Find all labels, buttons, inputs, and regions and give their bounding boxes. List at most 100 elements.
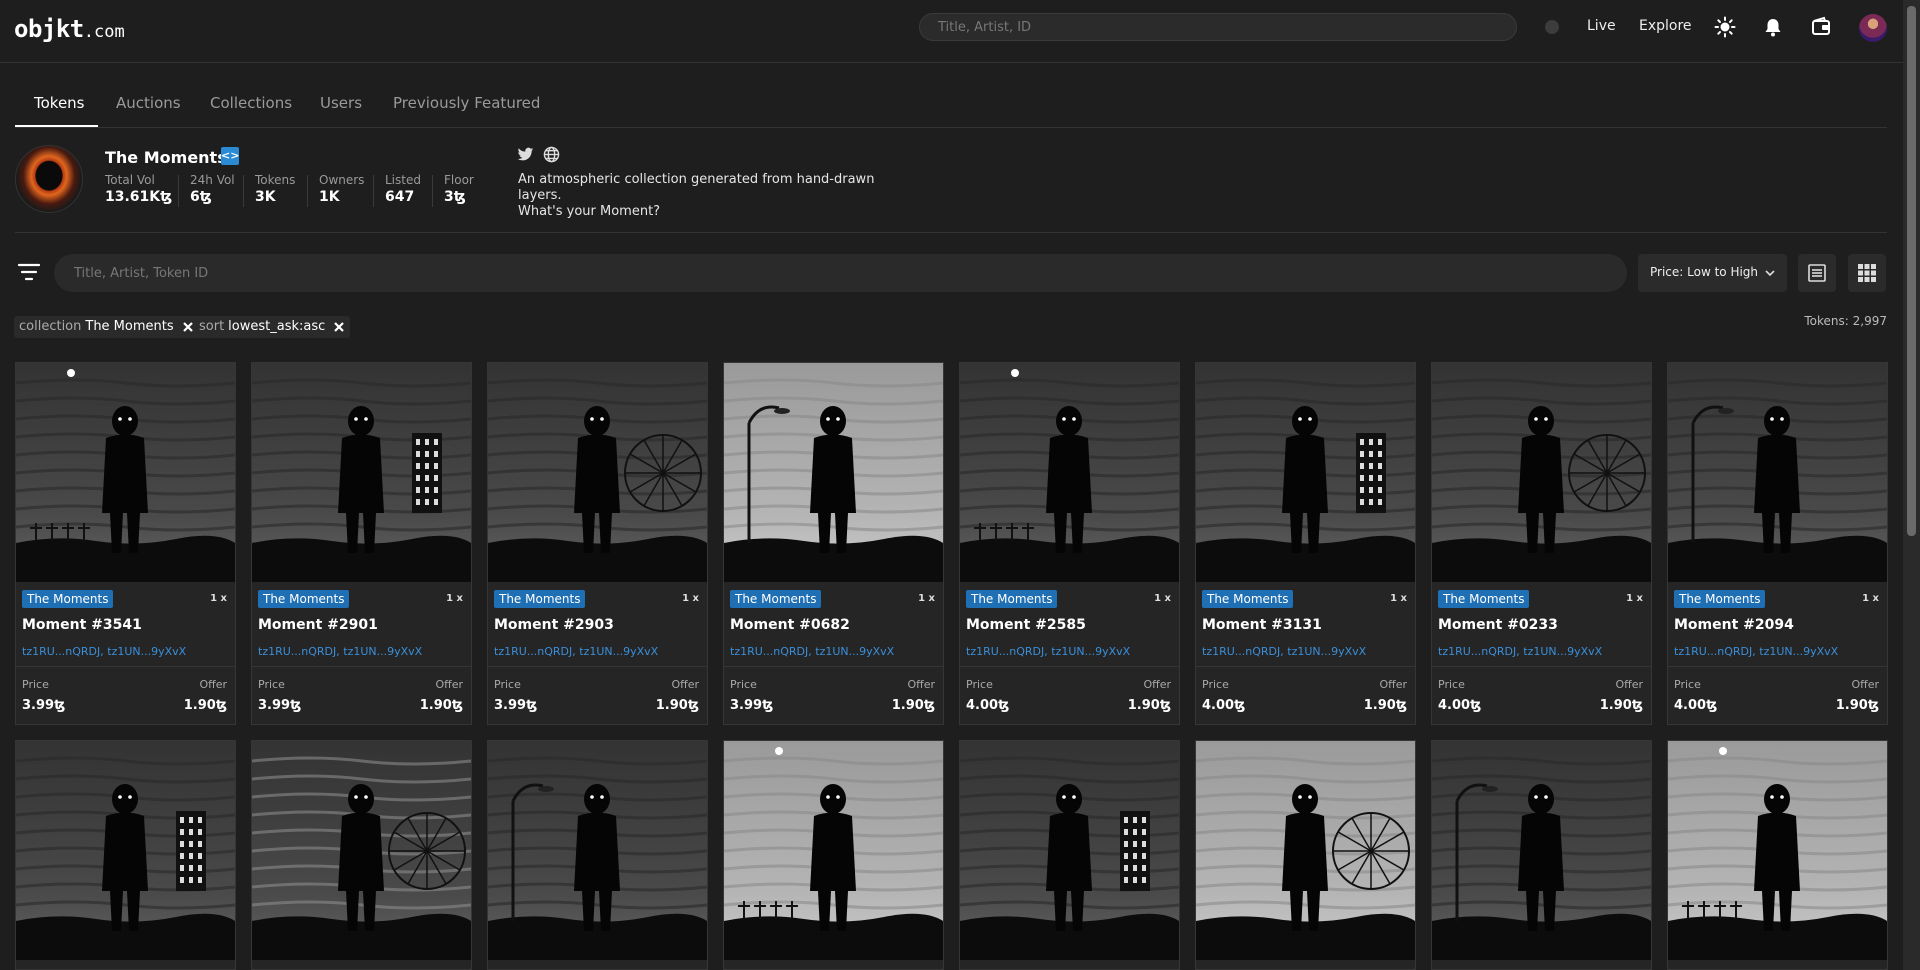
description-line: What's your Moment? bbox=[518, 204, 661, 219]
token-card[interactable] bbox=[1195, 740, 1416, 970]
token-creators[interactable]: tz1RU...nQRDJ, tz1UN...9yXvX bbox=[258, 645, 422, 658]
collection-badge[interactable]: The Moments bbox=[1674, 590, 1766, 608]
token-card[interactable]: The Moments 1 x Moment #2903 tz1RU...nQRDJ,… bbox=[487, 362, 708, 725]
token-creators[interactable]: tz1RU...nQRDJ, tz1UN...9yXvX bbox=[1202, 645, 1366, 658]
scrollbar-thumb[interactable] bbox=[1907, 6, 1916, 536]
token-card[interactable]: The Moments 1 x Moment #0682 tz1RU...nQRDJ,… bbox=[723, 362, 944, 725]
token-image[interactable] bbox=[488, 363, 707, 582]
edition-count: 1 x bbox=[682, 593, 699, 604]
filter-icon[interactable] bbox=[17, 262, 41, 282]
collection-badge[interactable]: The Moments bbox=[258, 590, 350, 608]
token-card[interactable] bbox=[723, 740, 944, 970]
close-icon[interactable] bbox=[182, 321, 194, 333]
token-card[interactable] bbox=[959, 740, 1180, 970]
nav-explore-link[interactable]: Explore bbox=[1639, 18, 1692, 34]
price-value: 3.99ꜩ bbox=[22, 698, 66, 713]
sort-select[interactable]: Price: Low to High bbox=[1638, 254, 1787, 292]
collection-badge[interactable]: The Moments bbox=[1202, 590, 1294, 608]
twitter-icon[interactable] bbox=[517, 146, 534, 163]
token-title[interactable]: Moment #0233 bbox=[1438, 617, 1558, 633]
token-card[interactable]: The Moments 1 x Moment #0233 tz1RU...nQRDJ,… bbox=[1431, 362, 1652, 725]
token-title[interactable]: Moment #2094 bbox=[1674, 617, 1794, 633]
collection-name[interactable]: The Moments bbox=[105, 148, 227, 167]
tab-tokens[interactable]: Tokens bbox=[34, 94, 85, 112]
offer-value[interactable]: 1.90ꜩ bbox=[892, 698, 935, 713]
offer-value[interactable]: 1.90ꜩ bbox=[1364, 698, 1407, 713]
token-image[interactable] bbox=[960, 741, 1179, 960]
sun-icon[interactable] bbox=[1714, 16, 1736, 38]
token-image[interactable] bbox=[1668, 741, 1887, 960]
token-title[interactable]: Moment #2901 bbox=[258, 617, 378, 633]
token-creators[interactable]: tz1RU...nQRDJ, tz1UN...9yXvX bbox=[730, 645, 894, 658]
token-image[interactable] bbox=[1668, 363, 1887, 582]
token-card[interactable] bbox=[15, 740, 236, 970]
collection-badge[interactable]: The Moments bbox=[494, 590, 586, 608]
globe-icon[interactable] bbox=[543, 146, 560, 163]
close-icon[interactable] bbox=[333, 321, 345, 333]
token-image[interactable] bbox=[960, 363, 1179, 582]
header-divider bbox=[15, 232, 1887, 233]
token-card[interactable]: The Moments 1 x Moment #2585 tz1RU...nQRDJ,… bbox=[959, 362, 1180, 725]
collection-badge[interactable]: The Moments bbox=[730, 590, 822, 608]
token-creators[interactable]: tz1RU...nQRDJ, tz1UN...9yXvX bbox=[966, 645, 1130, 658]
token-image[interactable] bbox=[724, 363, 943, 582]
chip-key: sort bbox=[199, 319, 225, 334]
global-search-input[interactable] bbox=[920, 14, 1516, 40]
offer-label: Offer bbox=[907, 678, 935, 691]
token-title[interactable]: Moment #0682 bbox=[730, 617, 850, 633]
token-image[interactable] bbox=[724, 741, 943, 960]
token-title[interactable]: Moment #2903 bbox=[494, 617, 614, 633]
offer-value[interactable]: 1.90ꜩ bbox=[656, 698, 699, 713]
stat-value: 647 bbox=[385, 189, 415, 205]
token-image[interactable] bbox=[252, 363, 471, 582]
offer-value[interactable]: 1.90ꜩ bbox=[420, 698, 463, 713]
collection-badge[interactable]: The Moments bbox=[966, 590, 1058, 608]
token-title[interactable]: Moment #3131 bbox=[1202, 617, 1322, 633]
token-card[interactable] bbox=[1667, 740, 1888, 970]
tab-users[interactable]: Users bbox=[320, 94, 362, 112]
token-image[interactable] bbox=[1196, 741, 1415, 960]
tab-auctions[interactable]: Auctions bbox=[116, 94, 181, 112]
stat-total-vol: Total Vol 13.61Kꜩ bbox=[105, 173, 172, 205]
nav-live-link[interactable]: Live bbox=[1587, 18, 1616, 34]
user-avatar[interactable] bbox=[1859, 14, 1887, 42]
collection-badge[interactable]: The Moments bbox=[1438, 590, 1530, 608]
token-creators[interactable]: tz1RU...nQRDJ, tz1UN...9yXvX bbox=[1438, 645, 1602, 658]
grid-view-button[interactable] bbox=[1848, 254, 1886, 292]
page-scrollbar[interactable] bbox=[1903, 0, 1920, 970]
active-tab-indicator bbox=[15, 125, 98, 127]
token-image[interactable] bbox=[1432, 363, 1651, 582]
token-creators[interactable]: tz1RU...nQRDJ, tz1UN...9yXvX bbox=[22, 645, 186, 658]
tab-collections[interactable]: Collections bbox=[210, 94, 292, 112]
offer-value[interactable]: 1.90ꜩ bbox=[1836, 698, 1879, 713]
token-search-input[interactable] bbox=[54, 254, 1627, 292]
collection-badge[interactable]: The Moments bbox=[22, 590, 114, 608]
list-view-button[interactable] bbox=[1798, 254, 1836, 292]
site-logo[interactable]: objkt.com bbox=[14, 15, 125, 43]
token-card[interactable] bbox=[487, 740, 708, 970]
bell-icon[interactable] bbox=[1762, 16, 1784, 38]
offer-value[interactable]: 1.90ꜩ bbox=[184, 698, 227, 713]
token-image[interactable] bbox=[488, 741, 707, 960]
edition-count: 1 x bbox=[918, 593, 935, 604]
token-card[interactable] bbox=[251, 740, 472, 970]
token-image[interactable] bbox=[1196, 363, 1415, 582]
token-card[interactable]: The Moments 1 x Moment #2901 tz1RU...nQRDJ,… bbox=[251, 362, 472, 725]
token-image[interactable] bbox=[252, 741, 471, 960]
token-image[interactable] bbox=[16, 741, 235, 960]
token-card[interactable] bbox=[1431, 740, 1652, 970]
token-title[interactable]: Moment #3541 bbox=[22, 617, 142, 633]
token-card[interactable]: The Moments 1 x Moment #3541 tz1RU...nQRDJ,… bbox=[15, 362, 236, 725]
stat-value: 13.61Kꜩ bbox=[105, 189, 173, 205]
offer-value[interactable]: 1.90ꜩ bbox=[1600, 698, 1643, 713]
offer-value[interactable]: 1.90ꜩ bbox=[1128, 698, 1171, 713]
token-title[interactable]: Moment #2585 bbox=[966, 617, 1086, 633]
token-creators[interactable]: tz1RU...nQRDJ, tz1UN...9yXvX bbox=[494, 645, 658, 658]
tab-previously-featured[interactable]: Previously Featured bbox=[393, 94, 540, 112]
token-card[interactable]: The Moments 1 x Moment #2094 tz1RU...nQRDJ,… bbox=[1667, 362, 1888, 725]
token-image[interactable] bbox=[16, 363, 235, 582]
wallet-icon[interactable] bbox=[1810, 16, 1832, 38]
token-creators[interactable]: tz1RU...nQRDJ, tz1UN...9yXvX bbox=[1674, 645, 1838, 658]
token-image[interactable] bbox=[1432, 741, 1651, 960]
token-card[interactable]: The Moments 1 x Moment #3131 tz1RU...nQRDJ,… bbox=[1195, 362, 1416, 725]
